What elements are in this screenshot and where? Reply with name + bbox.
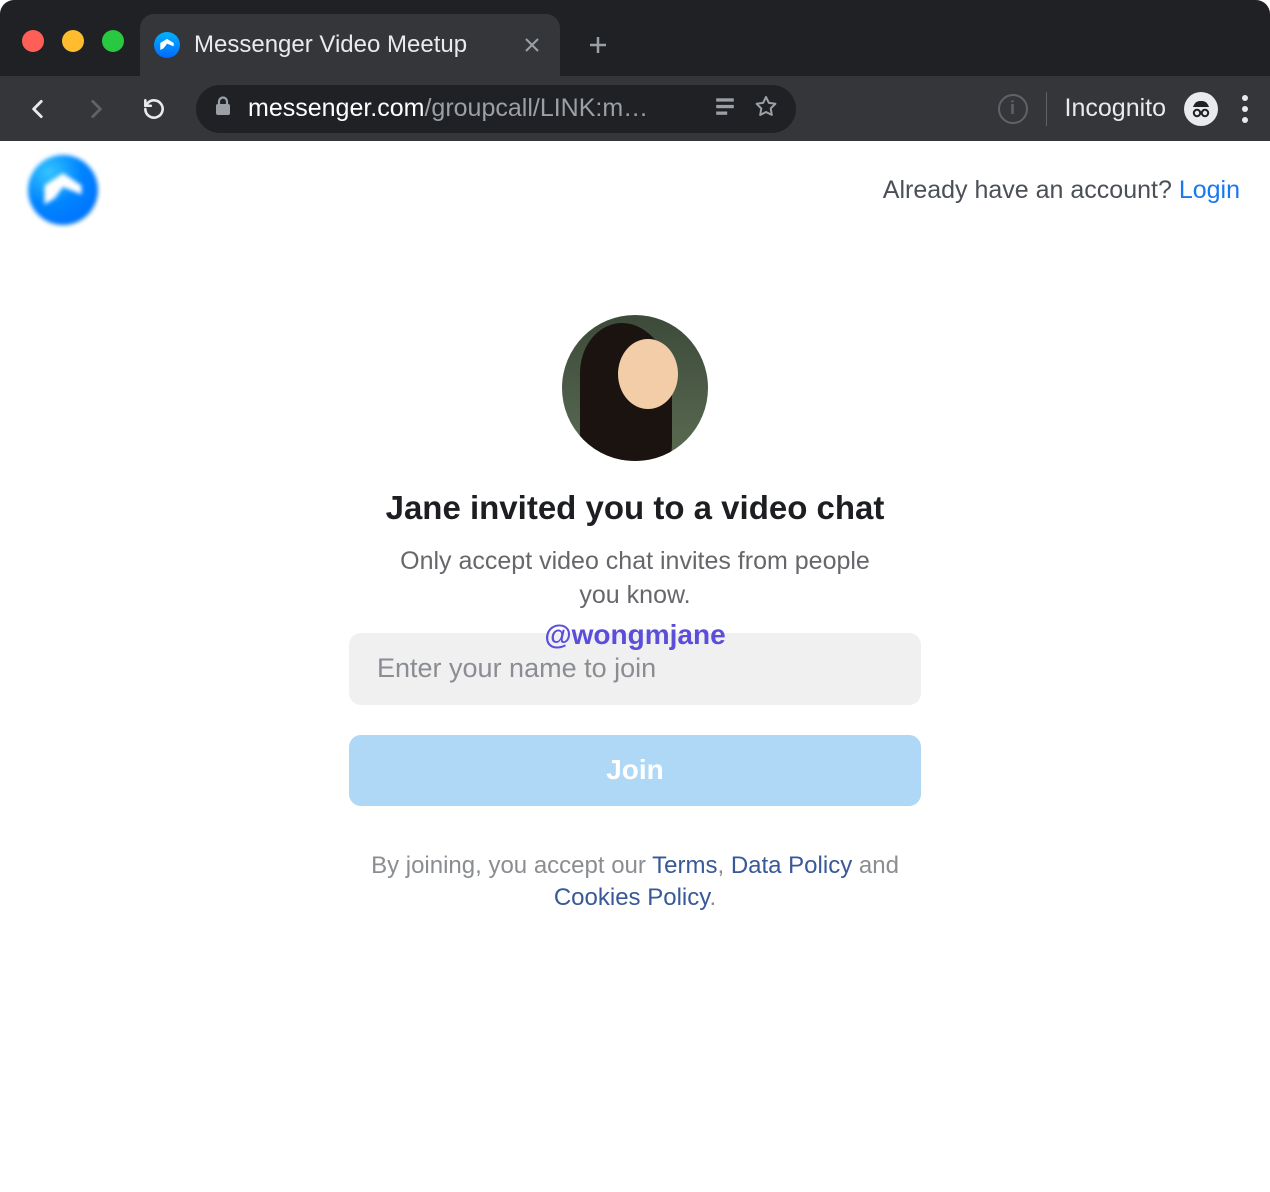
window-minimize-button[interactable]	[62, 30, 84, 52]
invite-card: Jane invited you to a video chat Only ac…	[349, 315, 921, 914]
browser-menu-button[interactable]	[1236, 95, 1254, 123]
tab-active[interactable]: Messenger Video Meetup	[140, 14, 560, 76]
legal-text: By joining, you accept our Terms, Data P…	[349, 850, 921, 915]
messenger-favicon-icon	[154, 32, 180, 58]
messenger-logo-icon[interactable]	[28, 155, 98, 225]
tab-title: Messenger Video Meetup	[194, 31, 467, 59]
tab-strip: Messenger Video Meetup	[140, 14, 618, 76]
new-tab-button[interactable]	[578, 25, 618, 65]
nav-forward-button[interactable]	[74, 87, 118, 131]
cookies-policy-link[interactable]: Cookies Policy	[554, 884, 710, 911]
tab-close-button[interactable]	[522, 35, 542, 55]
inviter-avatar	[562, 315, 708, 461]
bookmark-star-icon[interactable]	[754, 94, 778, 123]
site-header: Already have an account? Login	[0, 141, 1270, 225]
lock-icon	[214, 96, 232, 121]
legal-prefix: By joining, you accept our	[371, 852, 652, 879]
watermark-text: @wongmjane	[349, 619, 921, 651]
join-button[interactable]: Join	[349, 735, 921, 806]
invite-subtitle: Only accept video chat invites from peop…	[389, 545, 881, 613]
address-bar[interactable]: messenger.com/groupcall/LINK:m…	[196, 85, 796, 133]
url-text: messenger.com/groupcall/LINK:m…	[248, 94, 648, 123]
login-row: Already have an account? Login	[883, 176, 1240, 205]
window-close-button[interactable]	[22, 30, 44, 52]
data-policy-link[interactable]: Data Policy	[731, 852, 852, 879]
reader-mode-icon[interactable]	[714, 95, 736, 122]
incognito-label: Incognito	[1065, 94, 1166, 123]
url-path: /groupcall/LINK:m…	[424, 94, 648, 122]
terms-link[interactable]: Terms	[652, 852, 717, 879]
login-link[interactable]: Login	[1179, 176, 1240, 204]
url-host: messenger.com	[248, 94, 424, 122]
account-prompt-text: Already have an account?	[883, 176, 1179, 204]
window-controls	[22, 30, 124, 52]
nav-back-button[interactable]	[16, 87, 60, 131]
window-maximize-button[interactable]	[102, 30, 124, 52]
browser-toolbar: messenger.com/groupcall/LINK:m… i Incogn…	[0, 76, 1270, 141]
browser-chrome: Messenger Video Meetup messenger.com/gro…	[0, 0, 1270, 141]
page-content: Already have an account? Login Jane invi…	[0, 141, 1270, 1192]
toolbar-separator	[1046, 92, 1047, 126]
incognito-icon[interactable]	[1184, 92, 1218, 126]
invite-title: Jane invited you to a video chat	[349, 489, 921, 527]
reload-button[interactable]	[132, 87, 176, 131]
site-info-icon[interactable]: i	[998, 94, 1028, 124]
